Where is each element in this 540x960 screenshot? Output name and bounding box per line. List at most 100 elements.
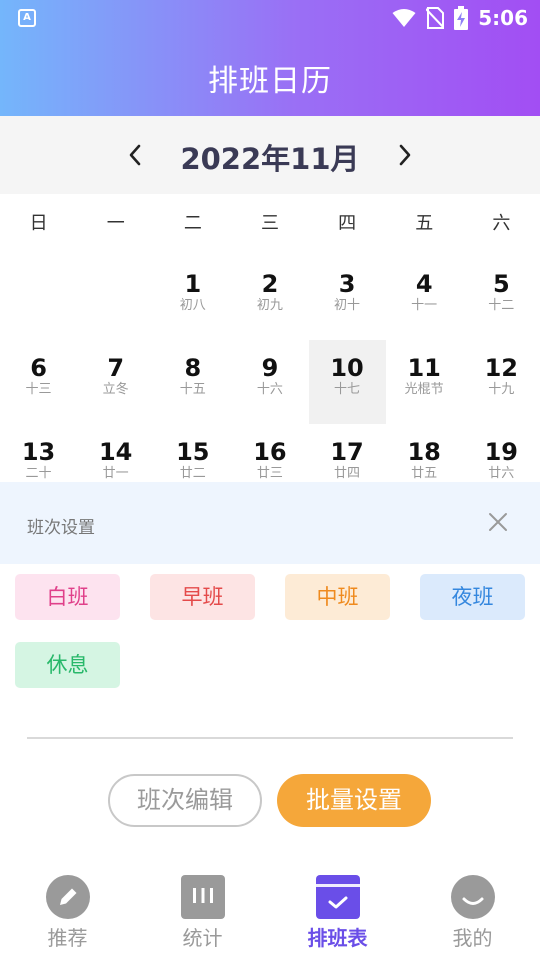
lunar-date: 十一 bbox=[411, 298, 438, 313]
day-number: 1 bbox=[184, 270, 202, 298]
bottom-tab-bar: 推荐 统计 排班表 我的 bbox=[0, 860, 540, 960]
lunar-date: 廿一 bbox=[102, 466, 129, 481]
calendar-week: 6 十三 7 立冬 8 十五 9 十六 10 十七 11 光棍节 12 十九 bbox=[0, 340, 540, 424]
calendar-day[interactable]: 18 廿五 bbox=[386, 424, 463, 482]
app-notification-icon: A bbox=[18, 9, 36, 27]
tab-label: 统计 bbox=[182, 926, 223, 950]
close-button[interactable] bbox=[486, 510, 510, 534]
calendar-day[interactable]: 6 十三 bbox=[0, 340, 77, 424]
lunar-date: 初八 bbox=[179, 298, 206, 313]
lunar-date: 廿五 bbox=[411, 466, 438, 481]
calendar-week: 13 二十 14 廿一 15 廿二 16 廿三 17 廿四 18 廿五 19 廿六 bbox=[0, 424, 540, 482]
divider bbox=[27, 737, 513, 739]
next-month-button[interactable] bbox=[388, 138, 422, 172]
calendar-day[interactable]: 19 廿六 bbox=[463, 424, 540, 482]
no-sim-icon bbox=[426, 7, 445, 29]
chevron-right-icon bbox=[399, 144, 411, 166]
header: A 5:06 排班日历 bbox=[0, 0, 540, 116]
day-number: 7 bbox=[107, 354, 125, 382]
tab-recommend[interactable]: 推荐 bbox=[0, 860, 135, 960]
shift-chip-rest[interactable]: 休息 bbox=[15, 642, 120, 688]
tab-profile[interactable]: 我的 bbox=[405, 860, 540, 960]
calendar-day[interactable]: 12 十九 bbox=[463, 340, 540, 424]
calendar-day[interactable]: 8 十五 bbox=[154, 340, 231, 424]
day-number: 15 bbox=[176, 438, 210, 466]
status-time: 5:06 bbox=[478, 6, 528, 30]
battery-charging-icon bbox=[454, 6, 469, 30]
weekday-label: 五 bbox=[415, 213, 434, 234]
calendar-day[interactable]: 3 初十 bbox=[309, 256, 386, 340]
calendar-day[interactable]: 9 十六 bbox=[231, 340, 308, 424]
schedule-icon bbox=[316, 875, 360, 919]
calendar-empty-cell bbox=[77, 256, 154, 340]
stats-icon bbox=[181, 875, 225, 919]
lunar-date: 十五 bbox=[179, 382, 206, 397]
shift-chip-night[interactable]: 夜班 bbox=[420, 574, 525, 620]
calendar-day[interactable]: 2 初九 bbox=[231, 256, 308, 340]
weekday-label: 日 bbox=[29, 213, 48, 234]
tab-label: 排班表 bbox=[307, 926, 368, 950]
day-number: 3 bbox=[338, 270, 356, 298]
lunar-date: 廿二 bbox=[179, 466, 206, 481]
batch-set-button[interactable]: 批量设置 bbox=[277, 774, 431, 827]
day-number: 18 bbox=[407, 438, 441, 466]
lunar-date: 十二 bbox=[488, 298, 515, 313]
status-right: 5:06 bbox=[392, 6, 528, 30]
calendar-grid: 1 初八 2 初九 3 初十 4 十一 5 十二 6 十三 7 立冬 8 十五 9 十六 10 十七 11 光棍节 12 十九… bbox=[0, 256, 540, 482]
profile-icon bbox=[451, 875, 495, 919]
lunar-date: 十七 bbox=[334, 382, 361, 397]
lunar-date: 立冬 bbox=[102, 382, 129, 397]
weekday-label: 六 bbox=[492, 213, 511, 234]
tab-label: 推荐 bbox=[47, 926, 88, 950]
day-number: 8 bbox=[184, 354, 202, 382]
lunar-date: 廿四 bbox=[334, 466, 361, 481]
pencil-icon bbox=[46, 875, 90, 919]
day-number: 5 bbox=[492, 270, 510, 298]
calendar-weeks: 1 初八 2 初九 3 初十 4 十一 5 十二 6 十三 7 立冬 8 十五 9 十六 10 十七 11 光棍节 12 十九… bbox=[0, 256, 540, 482]
weekday-label: 二 bbox=[183, 213, 202, 234]
calendar-week: 1 初八 2 初九 3 初十 4 十一 5 十二 bbox=[0, 256, 540, 340]
month-label[interactable]: 2022年11月 bbox=[150, 136, 390, 178]
shift-chip-early[interactable]: 早班 bbox=[150, 574, 255, 620]
tab-schedule[interactable]: 排班表 bbox=[270, 860, 405, 960]
shift-chip-day[interactable]: 白班 bbox=[15, 574, 120, 620]
lunar-date: 二十 bbox=[25, 466, 52, 481]
day-number: 10 bbox=[330, 354, 364, 382]
day-number: 6 bbox=[30, 354, 47, 382]
month-bar: 2022年11月 bbox=[0, 116, 540, 194]
tab-label: 我的 bbox=[452, 926, 493, 950]
day-number: 14 bbox=[98, 438, 133, 466]
calendar-day[interactable]: 5 十二 bbox=[463, 256, 540, 340]
day-number: 11 bbox=[407, 354, 441, 382]
calendar-day[interactable]: 15 廿二 bbox=[154, 424, 231, 482]
page-title: 排班日历 bbox=[208, 64, 332, 99]
calendar-empty-cell bbox=[0, 256, 77, 340]
tab-stats[interactable]: 统计 bbox=[135, 860, 270, 960]
status-bar: A 5:06 bbox=[0, 0, 540, 36]
day-number: 16 bbox=[253, 438, 287, 466]
calendar-day[interactable]: 1 初八 bbox=[154, 256, 231, 340]
day-number: 17 bbox=[330, 438, 364, 466]
day-number: 2 bbox=[261, 270, 279, 298]
wifi-icon bbox=[392, 9, 416, 27]
calendar-day[interactable]: 13 二十 bbox=[0, 424, 77, 482]
calendar-day[interactable]: 4 十一 bbox=[386, 256, 463, 340]
prev-month-button[interactable] bbox=[118, 138, 152, 172]
calendar-day[interactable]: 11 光棍节 bbox=[386, 340, 463, 424]
lunar-date: 光棍节 bbox=[404, 382, 444, 397]
calendar-day[interactable]: 14 廿一 bbox=[77, 424, 154, 482]
lunar-date: 廿三 bbox=[256, 466, 283, 481]
weekday-header: 日 一 二 三 四 五 六 bbox=[0, 208, 540, 240]
lunar-date: 十九 bbox=[488, 382, 515, 397]
edit-shifts-button[interactable]: 班次编辑 bbox=[108, 774, 262, 827]
lunar-date: 十六 bbox=[256, 382, 283, 397]
calendar-day[interactable]: 7 立冬 bbox=[77, 340, 154, 424]
day-number: 4 bbox=[415, 270, 433, 298]
day-number: 19 bbox=[484, 438, 519, 466]
calendar-day[interactable]: 10 十七 bbox=[308, 340, 386, 424]
calendar-day[interactable]: 17 廿四 bbox=[309, 424, 386, 482]
lunar-date: 初十 bbox=[334, 298, 361, 313]
weekday-label: 四 bbox=[338, 213, 357, 234]
calendar-day[interactable]: 16 廿三 bbox=[231, 424, 308, 482]
shift-chip-middle[interactable]: 中班 bbox=[285, 574, 390, 620]
